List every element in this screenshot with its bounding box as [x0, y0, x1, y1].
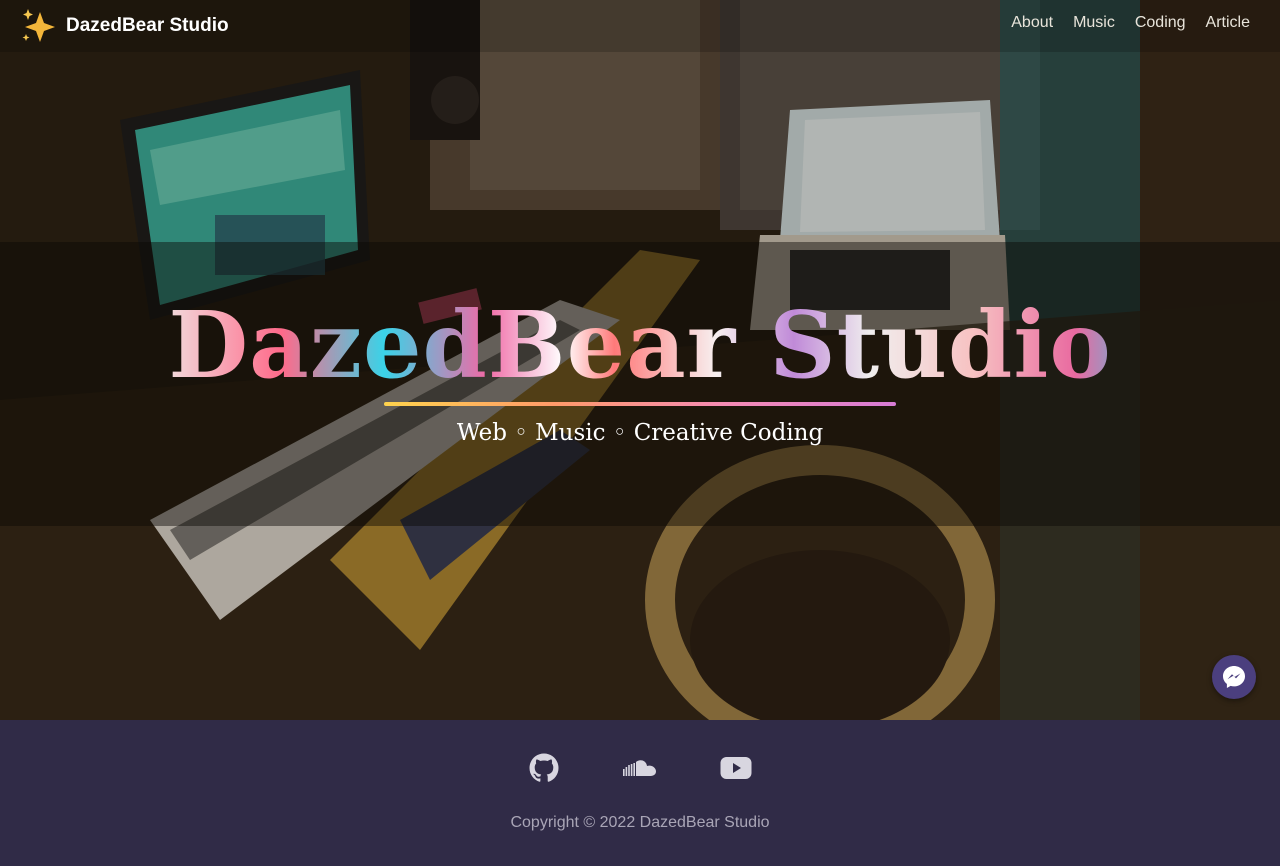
soundcloud-icon	[623, 760, 656, 776]
nav-link-coding[interactable]: Coding	[1135, 14, 1186, 32]
nav-link-music[interactable]: Music	[1073, 14, 1115, 32]
copyright-text: Copyright © 2022 DazedBear Studio	[510, 814, 770, 831]
brand-link[interactable]: DazedBear Studio	[20, 8, 229, 44]
hero-subtitle: Web ◦ Music ◦ Creative Coding	[456, 420, 824, 446]
navbar: DazedBear Studio About Music Coding Arti…	[0, 0, 1280, 52]
nav-link-about[interactable]: About	[1011, 14, 1053, 32]
hero-title-block: DazedBear Studio Web ◦ Music ◦ Creative …	[0, 290, 1280, 446]
youtube-link[interactable]	[718, 752, 754, 784]
social-links	[0, 752, 1280, 784]
messenger-button[interactable]	[1212, 655, 1256, 699]
hero-section: DazedBear Studio Web ◦ Music ◦ Creative …	[0, 0, 1280, 720]
hero-title: DazedBear Studio	[0, 290, 1280, 400]
title-underline	[384, 402, 896, 406]
brand-name: DazedBear Studio	[66, 15, 229, 36]
footer: Copyright © 2022 DazedBear Studio	[0, 720, 1280, 866]
sparkles-icon	[22, 9, 55, 42]
github-icon	[529, 753, 559, 782]
nav-links: About Music Coding Article	[1011, 14, 1250, 32]
github-link[interactable]	[526, 752, 562, 784]
messenger-icon	[1223, 666, 1245, 688]
nav-link-article[interactable]: Article	[1206, 14, 1250, 32]
youtube-icon	[720, 757, 752, 779]
soundcloud-link[interactable]	[622, 752, 658, 784]
